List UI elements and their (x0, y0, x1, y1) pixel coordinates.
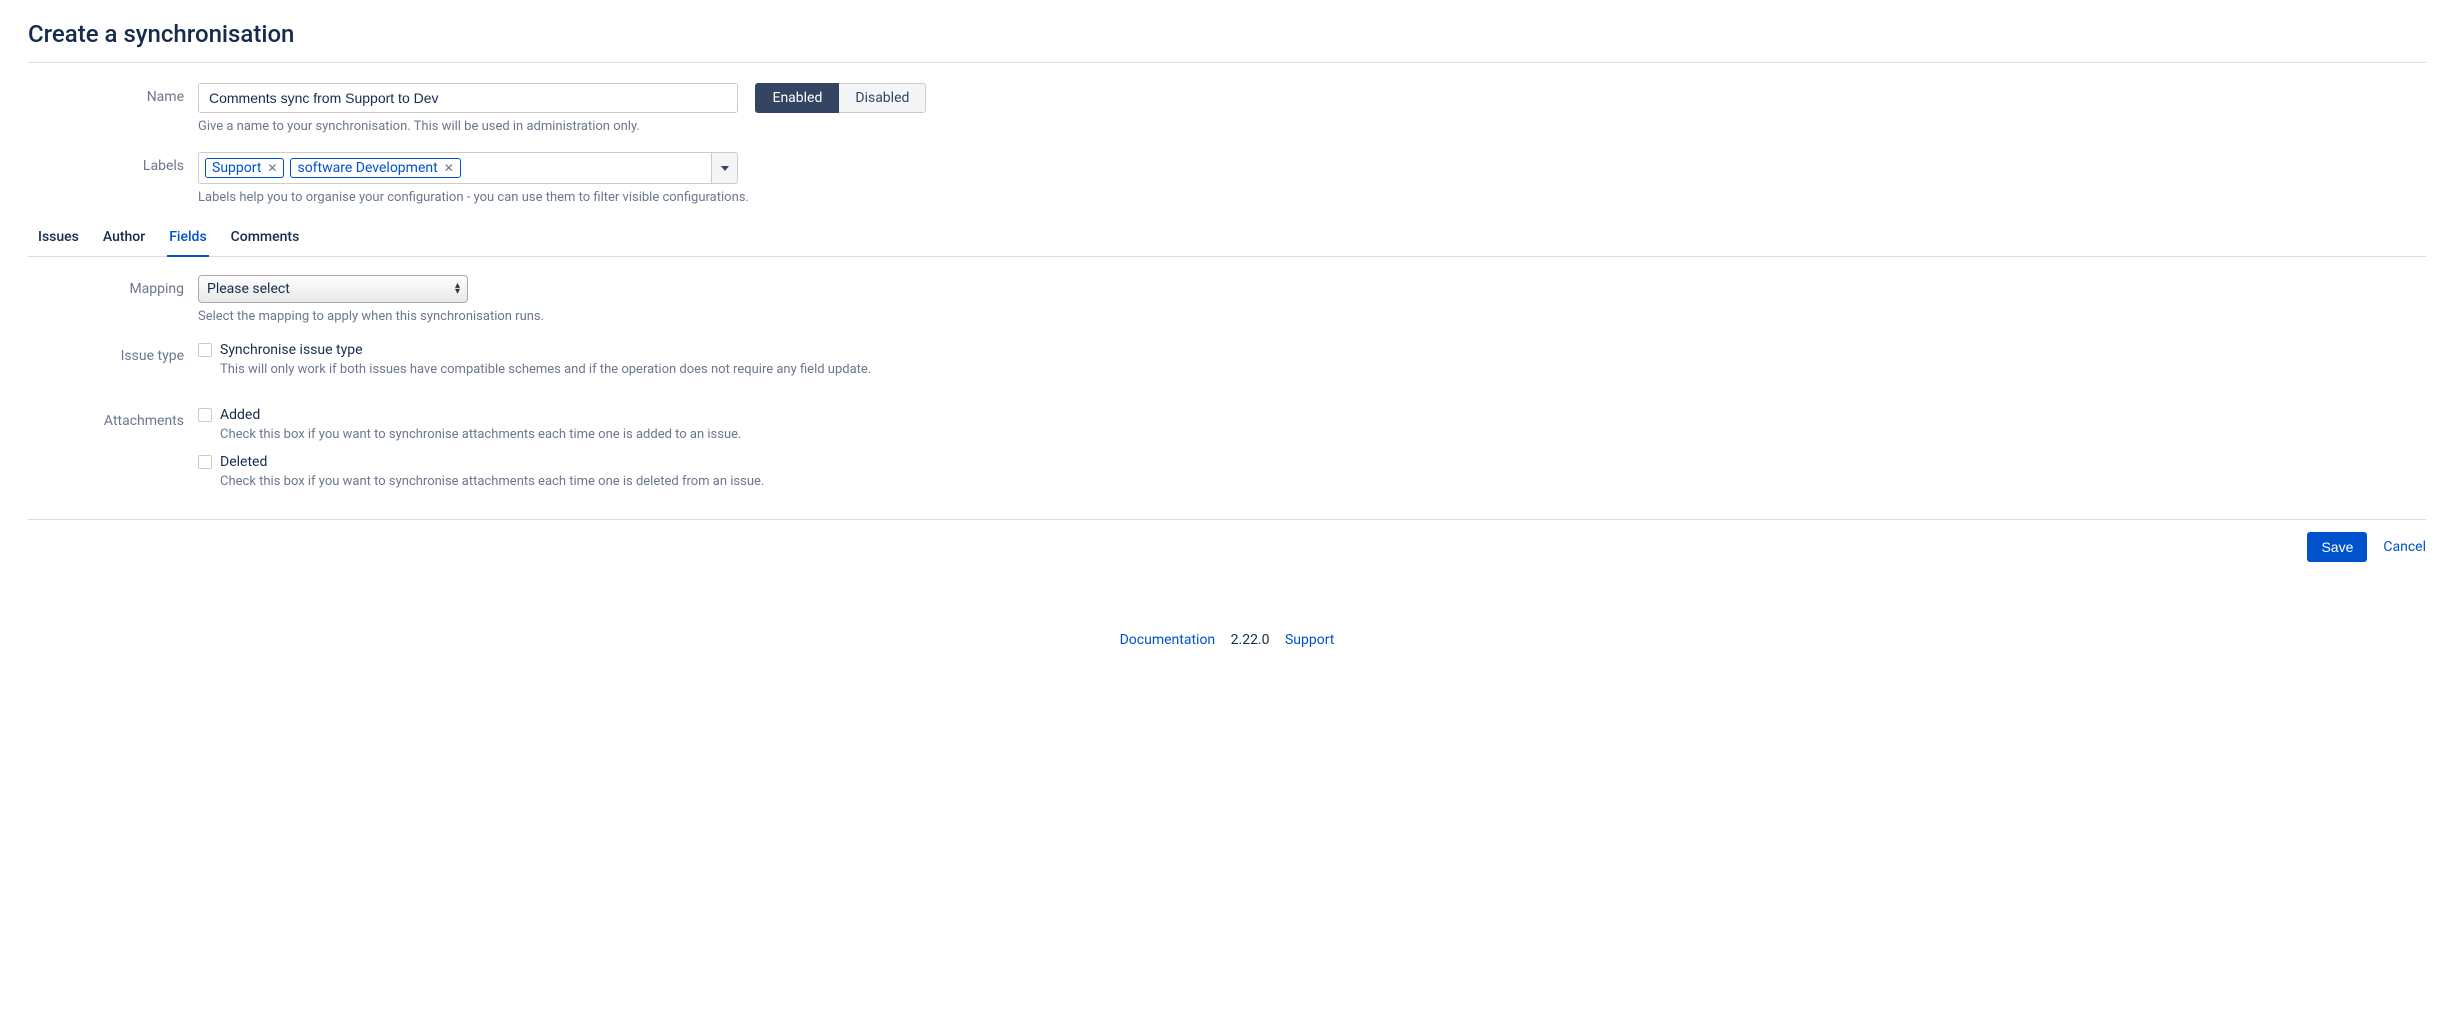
save-button[interactable]: Save (2307, 532, 2367, 562)
attachments-control-col: Added Check this box if you want to sync… (198, 407, 2426, 501)
actions-bar: Save Cancel (28, 519, 2426, 562)
attachments-added-help: Check this box if you want to synchronis… (220, 427, 2426, 442)
labels-control-col: Support ✕ software Development ✕ Labels … (198, 152, 2426, 205)
chevron-down-icon (721, 166, 729, 171)
labels-dropdown-button[interactable] (712, 152, 738, 184)
labels-input-wrap: Support ✕ software Development ✕ (198, 152, 738, 184)
tabs: Issues Author Fields Comments (28, 223, 2426, 257)
labels-label: Labels (28, 152, 198, 174)
issue-type-help: This will only work if both issues have … (220, 362, 2426, 377)
name-input[interactable] (198, 83, 738, 113)
mapping-select-wrap: Please select ▴▾ (198, 275, 468, 303)
documentation-link[interactable]: Documentation (1120, 632, 1216, 648)
label-chip[interactable]: software Development ✕ (290, 158, 460, 178)
tab-comments[interactable]: Comments (229, 223, 302, 257)
sync-issue-type-row: Synchronise issue type (198, 342, 2426, 358)
attachments-deleted-help: Check this box if you want to synchronis… (220, 474, 2426, 489)
attachments-deleted-label: Deleted (220, 454, 267, 470)
mapping-help: Select the mapping to apply when this sy… (198, 309, 2426, 324)
label-chip-text: Support (212, 160, 261, 176)
attachments-added-row: Added (198, 407, 2426, 423)
mapping-row: Mapping Please select ▴▾ Select the mapp… (28, 275, 2426, 324)
issue-type-label: Issue type (28, 342, 198, 364)
name-label: Name (28, 83, 198, 105)
issue-type-control-col: Synchronise issue type This will only wo… (198, 342, 2426, 389)
divider (28, 62, 2426, 63)
labels-row: Labels Support ✕ software Development ✕ … (28, 152, 2426, 205)
disabled-button[interactable]: Disabled (839, 83, 926, 113)
remove-icon[interactable]: ✕ (444, 161, 454, 175)
mapping-select[interactable]: Please select (198, 275, 468, 303)
support-link[interactable]: Support (1285, 632, 1334, 648)
mapping-control-col: Please select ▴▾ Select the mapping to a… (198, 275, 2426, 324)
sync-issue-type-label: Synchronise issue type (220, 342, 363, 358)
issue-type-row: Issue type Synchronise issue type This w… (28, 342, 2426, 389)
status-toggle: Enabled Disabled (755, 83, 926, 113)
name-control-col: Enabled Disabled Give a name to your syn… (198, 83, 2426, 134)
page-title: Create a synchronisation (28, 20, 2426, 48)
tab-issues[interactable]: Issues (36, 223, 81, 257)
name-row: Name Enabled Disabled Give a name to you… (28, 83, 2426, 134)
sync-issue-type-checkbox[interactable] (198, 343, 212, 357)
attachments-row: Attachments Added Check this box if you … (28, 407, 2426, 501)
remove-icon[interactable]: ✕ (267, 161, 277, 175)
labels-help: Labels help you to organise your configu… (198, 190, 2426, 205)
name-help: Give a name to your synchronisation. Thi… (198, 119, 2426, 134)
mapping-label: Mapping (28, 275, 198, 297)
attachments-added-checkbox[interactable] (198, 408, 212, 422)
enabled-button[interactable]: Enabled (755, 83, 839, 113)
footer: Documentation 2.22.0 Support (28, 632, 2426, 648)
tab-fields[interactable]: Fields (167, 223, 208, 257)
attachments-deleted-checkbox[interactable] (198, 455, 212, 469)
attachments-added-label: Added (220, 407, 260, 423)
attachments-label: Attachments (28, 407, 198, 429)
labels-input[interactable]: Support ✕ software Development ✕ (198, 152, 712, 184)
label-chip-text: software Development (297, 160, 437, 176)
label-chip[interactable]: Support ✕ (205, 158, 284, 178)
tab-author[interactable]: Author (101, 223, 147, 257)
cancel-link[interactable]: Cancel (2383, 539, 2426, 555)
version-text: 2.22.0 (1231, 632, 1270, 648)
attachments-deleted-row: Deleted (198, 454, 2426, 470)
